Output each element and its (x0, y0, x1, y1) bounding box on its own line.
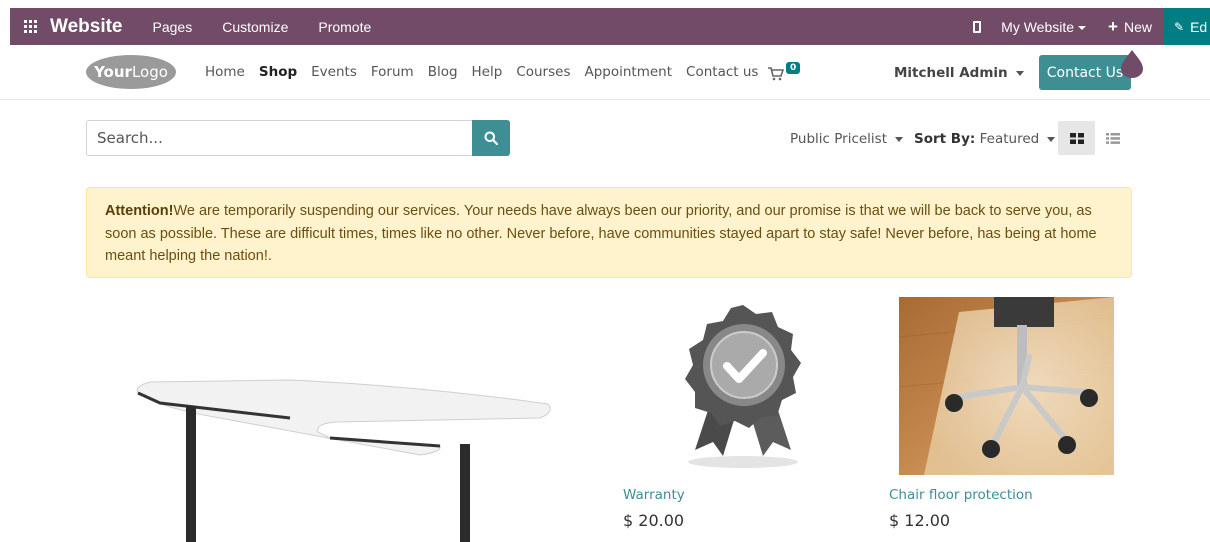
product-price-chair-floor-protection: $ 12.00 (889, 511, 951, 530)
sort-dropdown[interactable]: Sort By: Featured (914, 131, 1056, 147)
nav-help[interactable]: Help (472, 64, 503, 80)
caret-down-icon (1015, 70, 1024, 76)
nav-blog[interactable]: Blog (428, 64, 458, 80)
apps-menu-icon[interactable] (10, 8, 50, 45)
website-switcher[interactable]: My Website (1001, 18, 1087, 35)
user-name: Mitchell Admin (894, 65, 1008, 81)
alert-title: Attention! (105, 203, 174, 219)
search-input[interactable] (86, 120, 472, 156)
nav-courses[interactable]: Courses (516, 64, 570, 80)
cart-count-badge: 0 (786, 62, 801, 74)
edit-button[interactable]: ✎ Ed (1164, 8, 1210, 45)
admin-bar: Website Pages Customize Promote My Websi… (10, 8, 1210, 45)
pricelist-dropdown[interactable]: Public Pricelist (790, 131, 904, 147)
new-button[interactable]: + New (1108, 17, 1152, 37)
grid-view-icon (1069, 132, 1084, 144)
chair-floor-protection-image[interactable] (899, 297, 1114, 475)
cart-icon (768, 67, 784, 81)
product-price-warranty: $ 20.00 (623, 511, 685, 530)
droplet-icon (1121, 50, 1143, 78)
website-switcher-label: My Website (1001, 18, 1075, 35)
caret-down-icon (1047, 136, 1056, 142)
pencil-icon: ✎ (1174, 19, 1185, 34)
nav-shop[interactable]: Shop (259, 64, 297, 80)
caret-down-icon (1078, 25, 1087, 30)
grid-view-toggle[interactable] (1058, 121, 1095, 155)
new-button-label: New (1123, 18, 1152, 35)
product-name-chair-floor-protection[interactable]: Chair floor protection (889, 487, 1033, 503)
search-button[interactable] (472, 120, 510, 156)
edit-button-label: Ed (1190, 18, 1208, 35)
nav-appointment[interactable]: Appointment (584, 64, 672, 80)
nav-events[interactable]: Events (311, 64, 357, 80)
search-icon (484, 131, 498, 145)
site-logo[interactable]: Your Logo (86, 55, 176, 89)
logo-bold-text: Your (94, 63, 132, 81)
main-nav: Home Shop Events Forum Blog Help Courses… (205, 64, 772, 80)
contact-us-button[interactable]: Contact Us (1039, 55, 1131, 90)
sort-value: Featured (979, 131, 1040, 147)
site-navbar: Your Logo Home Shop Events Forum Blog Hel… (0, 45, 1210, 100)
sort-label: Sort By: (914, 131, 976, 147)
list-view-icon (1106, 132, 1120, 144)
admin-brand[interactable]: Website (50, 16, 123, 38)
search-bar (86, 120, 510, 156)
user-menu[interactable]: Mitchell Admin (894, 65, 1024, 81)
nav-contact-us[interactable]: Contact us (686, 64, 758, 80)
admin-menu-customize[interactable]: Customize (222, 19, 288, 35)
admin-menu-promote[interactable]: Promote (318, 19, 371, 35)
product-name-warranty[interactable]: Warranty (623, 487, 685, 503)
mobile-preview-icon[interactable] (973, 20, 982, 33)
chair-photo (899, 297, 1114, 475)
plus-icon: + (1108, 16, 1118, 36)
list-view-toggle[interactable] (1097, 121, 1129, 155)
desk-product-image[interactable] (120, 360, 570, 542)
pricelist-label: Public Pricelist (790, 131, 888, 147)
caret-down-icon (895, 136, 904, 142)
cart-link[interactable]: 0 (768, 62, 808, 84)
alert-message: We are temporarily suspending our servic… (105, 203, 1097, 264)
warranty-badge-image[interactable] (665, 300, 815, 475)
admin-menu-pages[interactable]: Pages (153, 19, 193, 35)
attention-alert: Attention!We are temporarily suspending … (86, 187, 1132, 278)
logo-rest-text: Logo (131, 63, 168, 81)
nav-forum[interactable]: Forum (371, 64, 414, 80)
nav-home[interactable]: Home (205, 64, 245, 80)
